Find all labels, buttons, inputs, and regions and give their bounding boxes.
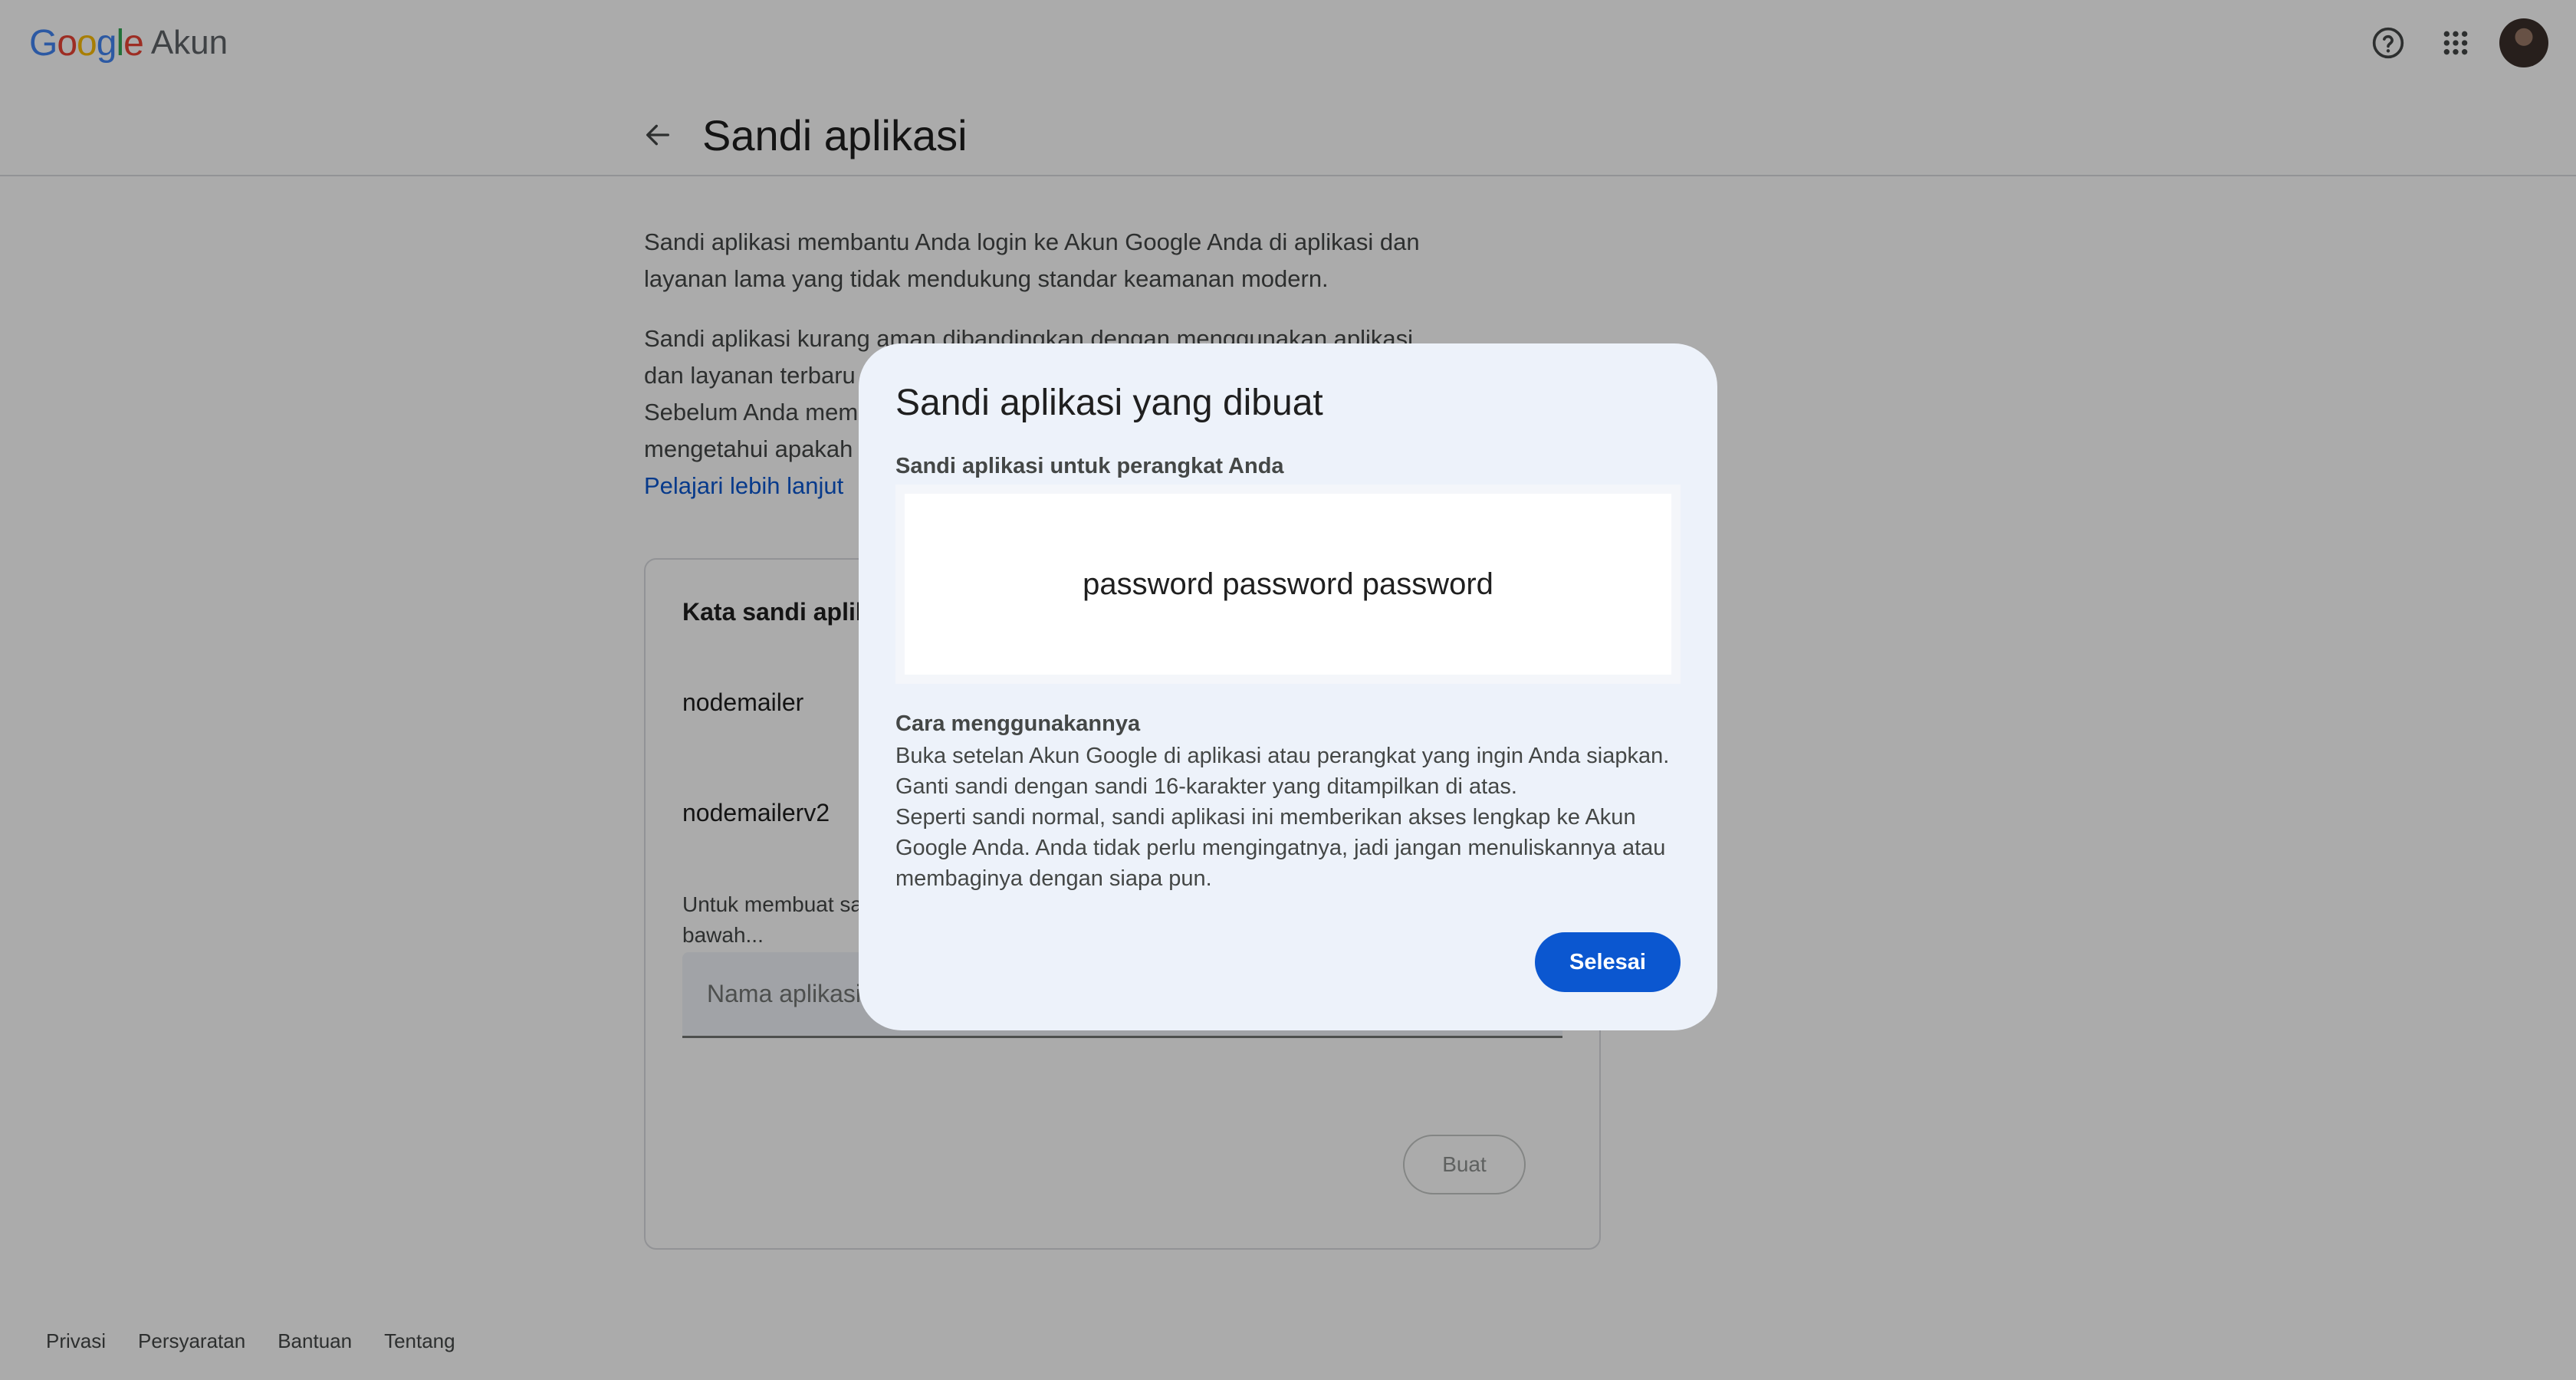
- done-button[interactable]: Selesai: [1535, 932, 1681, 992]
- how-to-use-line: Ganti sandi dengan sandi 16-karakter yan…: [895, 774, 1517, 799]
- how-to-use-line: Seperti sandi normal, sandi aplikasi ini…: [895, 805, 1666, 891]
- dialog-subtitle: Sandi aplikasi untuk perangkat Anda: [895, 454, 1284, 478]
- page: Google Akun Sandi aplikasi Sandi aplikas…: [0, 0, 2576, 1380]
- how-to-use-line: Buka setelan Akun Google di aplikasi ata…: [895, 744, 1670, 768]
- generated-password-dialog: Sandi aplikasi yang dibuat Sandi aplikas…: [859, 343, 1717, 1030]
- dialog-title: Sandi aplikasi yang dibuat: [895, 383, 1323, 423]
- generated-password[interactable]: password password password: [895, 485, 1681, 684]
- how-to-use-title: Cara menggunakannya: [895, 711, 1141, 736]
- how-to-use-text: Buka setelan Akun Google di aplikasi ata…: [895, 741, 1693, 894]
